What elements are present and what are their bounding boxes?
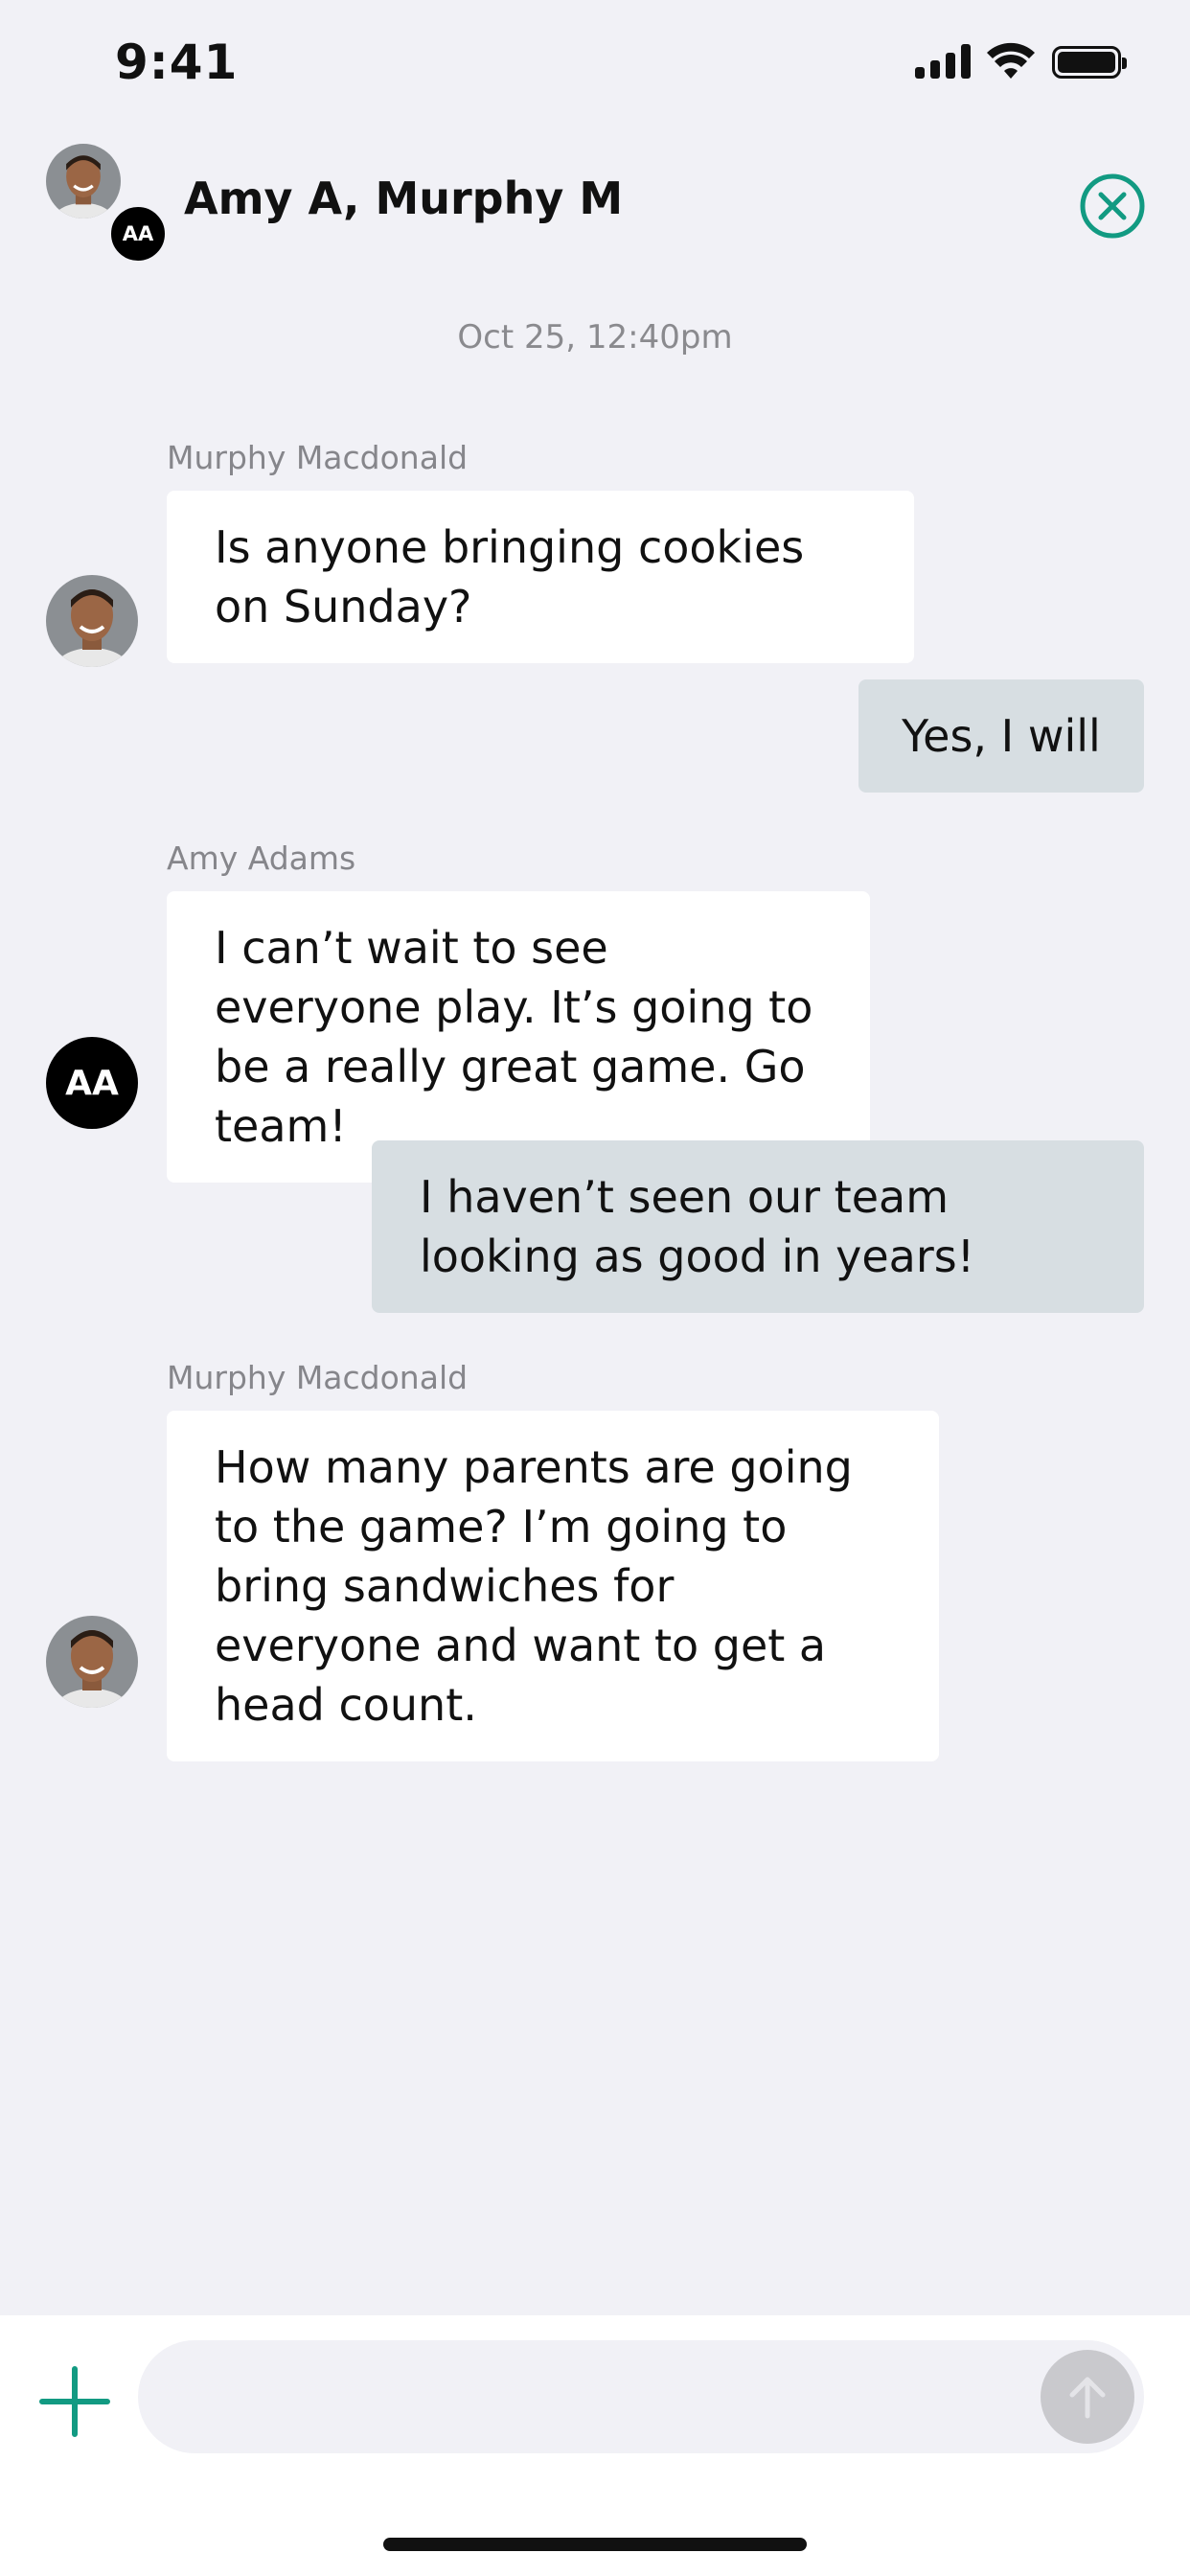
incoming-message-bubble[interactable]: Is anyone bringing cookies on Sunday? [167,491,914,663]
arrow-up-icon [1069,2377,1106,2419]
wifi-icon [987,42,1035,79]
status-bar: 9:41 [0,0,1190,125]
status-time: 9:41 [115,34,239,90]
amy-avatar-initials[interactable]: AA [46,1037,138,1129]
message-input[interactable] [138,2340,1144,2453]
incoming-message-bubble[interactable]: How many parents are going to the game? … [167,1411,939,1761]
conversation-header: AA Amy A, Murphy M [0,134,1190,268]
murphy-avatar[interactable] [46,1616,138,1708]
conversation-title: Amy A, Murphy M [184,172,624,224]
conversation-timestamp: Oct 25, 12:40pm [457,318,733,356]
battery-icon [1052,46,1127,79]
murphy-avatar[interactable] [46,575,138,667]
close-icon[interactable] [1079,172,1146,240]
incoming-message-bubble[interactable]: I can’t wait to see everyone play. It’s … [167,891,870,1183]
outgoing-message-bubble[interactable]: I haven’t seen our team looking as good … [372,1140,1144,1313]
cellular-signal-icon [915,44,971,79]
send-button[interactable] [1041,2350,1134,2444]
sender-name: Murphy Macdonald [167,1359,469,1396]
murphy-avatar[interactable] [46,144,121,218]
home-indicator [383,2538,807,2551]
outgoing-message-bubble[interactable]: Yes, I will [858,679,1144,793]
add-attachment-icon[interactable] [36,2363,113,2440]
sender-name: Amy Adams [167,840,356,877]
amy-avatar-initials[interactable]: AA [108,204,168,264]
message-composer [0,2315,1190,2576]
sender-name: Murphy Macdonald [167,439,469,476]
